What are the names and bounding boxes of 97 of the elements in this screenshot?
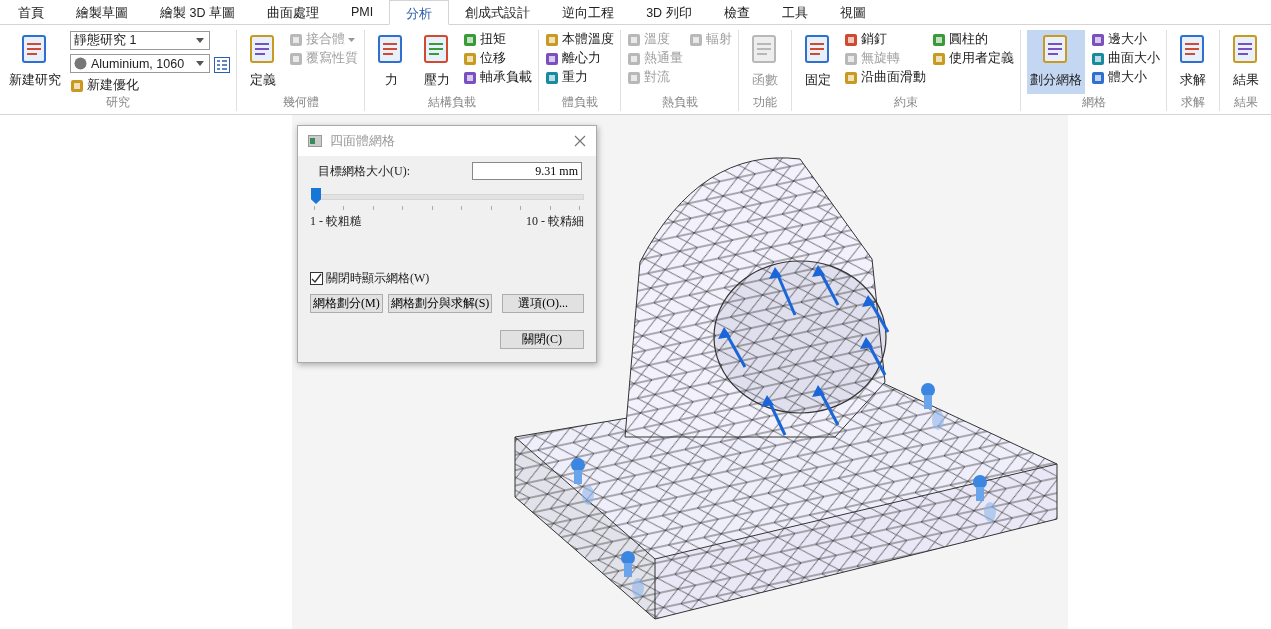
checkbox-label: 關閉時顯示網格(W) (326, 270, 430, 287)
ribbon-small-button[interactable]: 扭矩 (463, 31, 532, 48)
size-input-field[interactable]: 9.31 mm (472, 162, 582, 180)
load-arrow (718, 327, 747, 368)
dialog-button[interactable]: 選項(O)... (502, 294, 584, 313)
ribbon-small-button[interactable]: 離心力 (545, 50, 614, 67)
ribbon-button[interactable]: 力 (371, 30, 411, 94)
group-label: 幾何體 (281, 94, 320, 111)
ribbon-small-button[interactable]: 沿曲面滑動 (844, 69, 926, 86)
load-arrow (812, 265, 840, 306)
ribbon-tab[interactable]: 分析 (389, 0, 450, 25)
tool-icon (689, 32, 703, 47)
ribbon-small-button[interactable]: 軸承負載 (463, 69, 532, 86)
ribbon-tab[interactable]: 創成式設計 (449, 0, 547, 25)
group-label: 約束 (893, 94, 919, 111)
slider-max-label: 10 - 較精細 (526, 213, 584, 230)
close-button[interactable]: 關閉(C) (500, 330, 584, 349)
tool-icon (844, 70, 858, 85)
group-label: 網格 (1080, 94, 1107, 111)
ribbon-small-button[interactable]: 圓柱的 (932, 31, 1014, 48)
ribbon-button[interactable]: 劃分網格 (1027, 30, 1085, 94)
slider-min-label: 1 - 較粗糙 (310, 213, 362, 230)
load-arrow (860, 337, 887, 376)
ribbon-small-button[interactable]: 使用者定義 (932, 50, 1014, 67)
tool-icon (932, 51, 946, 66)
dialog-button[interactable]: 網格劃分(M) (310, 294, 383, 313)
group-label: 熱負載 (660, 94, 699, 111)
dialog-button[interactable]: 網格劃分與求解(S) (387, 294, 493, 313)
ribbon-tab[interactable]: 曲面處理 (250, 0, 335, 25)
ribbon-button[interactable]: 求解 (1173, 30, 1213, 94)
group-label: 研究 (105, 94, 131, 111)
tool-icon (1091, 32, 1105, 47)
tool-icon (844, 32, 858, 47)
ribbon-small-button[interactable]: 曲面大小 (1091, 50, 1160, 67)
ribbon-button[interactable]: 結果 (1226, 30, 1266, 94)
ribbon-tab[interactable]: 繪製草圖 (60, 0, 144, 25)
tool-icon (289, 51, 303, 66)
tool-icon (463, 51, 477, 66)
app-icon (308, 135, 322, 147)
tool-icon (932, 32, 946, 47)
ribbon-button[interactable]: 定義 (243, 30, 283, 94)
caret-icon (196, 38, 204, 43)
slider-thumb[interactable] (311, 188, 321, 204)
group-label: 體負載 (560, 94, 599, 111)
tool-icon (545, 70, 559, 85)
material-list-icon[interactable] (214, 56, 230, 73)
dialog-title: 四面體網格 (330, 132, 396, 150)
tool-icon (289, 32, 303, 47)
ribbon-tab[interactable]: PMI (334, 0, 390, 25)
ribbon-tab[interactable]: 工具 (765, 0, 824, 25)
tool-icon (627, 32, 641, 47)
field-label: 目標網格大小(U): (318, 162, 410, 180)
group-label: 結構負載 (426, 94, 477, 111)
ribbon-small-button[interactable]: 新建優化 (70, 77, 230, 94)
pin-marker (571, 458, 594, 505)
ribbon-tab[interactable]: 視圖 (823, 0, 882, 25)
pin-marker (973, 475, 996, 522)
tool-icon (844, 51, 858, 66)
tool-icon (1091, 70, 1105, 85)
checkbox[interactable] (310, 272, 323, 285)
ribbon-small-button[interactable]: 本體溫度 (545, 31, 614, 48)
ribbon-small-button[interactable]: 位移 (463, 50, 532, 67)
tool-icon (627, 70, 641, 85)
tool-icon (627, 51, 641, 66)
ribbon-tab[interactable]: 逆向工程 (546, 0, 631, 25)
tool-icon (545, 51, 559, 66)
load-arrow (862, 295, 890, 333)
ribbon-button[interactable]: 壓力 (417, 30, 457, 94)
dropdown[interactable]: 靜態研究 1 (70, 31, 210, 50)
group-label: 結果 (1233, 94, 1259, 111)
ribbon-small-button[interactable]: 體大小 (1091, 69, 1160, 86)
load-arrow (769, 267, 797, 316)
checkmark-icon (311, 273, 322, 284)
tool-icon (1091, 51, 1105, 66)
ribbon-button[interactable]: 固定 (798, 30, 838, 94)
ribbon-small-button[interactable]: 銷釘 (844, 31, 926, 48)
ribbon-small-button[interactable]: 邊大小 (1091, 31, 1160, 48)
tool-icon (545, 32, 559, 47)
load-arrow (761, 395, 787, 436)
sphere-icon (74, 57, 87, 70)
ribbon-small-button[interactable]: 重力 (545, 69, 614, 86)
tool-icon (70, 78, 84, 93)
load-arrow (812, 385, 840, 426)
close-icon[interactable] (574, 135, 586, 147)
pin-marker (921, 383, 944, 430)
ribbon-tab[interactable]: 繪製 3D 草圖 (144, 0, 251, 25)
dropdown[interactable]: Aluminium, 1060 (70, 54, 210, 73)
tool-icon (463, 32, 477, 47)
ribbon-button[interactable]: 新建研究 (6, 30, 64, 94)
ribbon-tab[interactable]: 檢查 (707, 0, 766, 25)
group-label: 功能 (752, 94, 778, 111)
caret-icon (196, 61, 204, 66)
group-label: 求解 (1180, 94, 1206, 111)
ribbon-tab[interactable]: 首頁 (2, 0, 60, 25)
tool-icon (463, 70, 477, 85)
pin-marker (621, 551, 644, 598)
ribbon-tab[interactable]: 3D 列印 (630, 0, 708, 25)
